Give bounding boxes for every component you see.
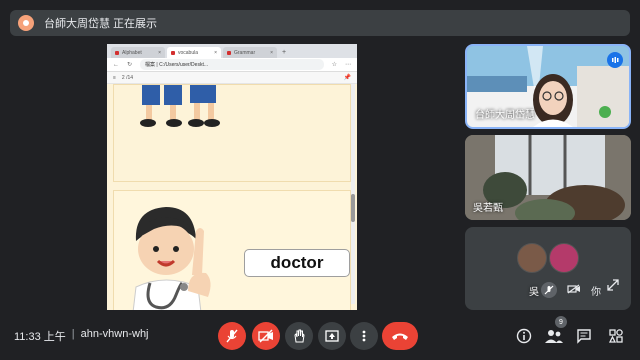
- vocabulary-word-card: doctor: [244, 249, 350, 277]
- expand-icon[interactable]: [607, 278, 619, 296]
- presenter-banner: 台師大周岱慧 正在展示: [10, 10, 630, 36]
- scrollbar-thumb[interactable]: [351, 194, 355, 222]
- info-icon: [516, 328, 532, 344]
- tab-label: vocabula: [178, 49, 199, 56]
- present-screen-button[interactable]: [318, 322, 346, 350]
- hang-up-icon: [392, 333, 408, 340]
- more-vert-icon: [362, 330, 366, 342]
- pdf-page-previous: [113, 84, 351, 182]
- close-icon[interactable]: ×: [214, 50, 217, 56]
- chat-button[interactable]: [574, 326, 594, 346]
- camera-off-icon[interactable]: [567, 284, 581, 297]
- leave-call-button[interactable]: [382, 322, 418, 350]
- mic-toggle-button[interactable]: [218, 322, 246, 350]
- more-options-button[interactable]: [350, 322, 378, 350]
- separator: |: [71, 328, 75, 340]
- star-icon[interactable]: ☆: [332, 61, 337, 68]
- participant-avatar: [517, 243, 547, 273]
- you-label: 你: [591, 286, 601, 298]
- people-icon: [545, 330, 563, 343]
- participant-name: 吳若甄: [473, 203, 503, 214]
- mic-off-icon: [226, 329, 238, 343]
- participant-tile-2[interactable]: 吳若甄: [465, 135, 631, 220]
- browser-tab-alphabet[interactable]: Alphabet ×: [111, 47, 165, 58]
- meeting-code: ahn-vhwn-whj: [80, 328, 149, 340]
- meeting-info: 11:33 上午 | ahn-vhwn-whj: [14, 328, 149, 344]
- clock-time: 11:33 上午: [14, 331, 66, 343]
- pdf-toolbar: ≡ 2 /14 📌: [107, 72, 357, 84]
- raise-hand-button[interactable]: [285, 322, 313, 350]
- close-icon[interactable]: ×: [158, 50, 161, 56]
- browser-tab-vocabulary[interactable]: vocabula ×: [167, 47, 221, 58]
- participant-count-badge: 9: [555, 316, 567, 328]
- page-indicator: 2 /14: [121, 74, 134, 81]
- address-row: ← ↻ 檔案 | C:/Users/user/Deskt... ☆ ⋯: [107, 58, 357, 72]
- back-icon[interactable]: ←: [113, 62, 119, 68]
- camera-toggle-button[interactable]: [252, 322, 280, 350]
- pdf-icon: [171, 50, 175, 55]
- present-icon: [325, 330, 339, 342]
- kids-legs-illustration: [140, 85, 220, 127]
- presenter-text: 台師大周岱慧 正在展示: [44, 18, 158, 30]
- speaking-indicator-icon: [607, 52, 623, 68]
- tile-controls: 你: [541, 282, 601, 298]
- pdf-scrollbar[interactable]: [351, 84, 355, 304]
- browser-tab-strip: Alphabet × vocabula × Grammar × +: [107, 44, 357, 58]
- activities-button[interactable]: [606, 326, 626, 346]
- presenter-avatar-icon: [18, 15, 34, 31]
- menu-icon[interactable]: ⋯: [345, 61, 351, 68]
- camera-off-icon: [258, 329, 273, 343]
- pdf-icon: [227, 50, 231, 55]
- close-icon[interactable]: ×: [270, 50, 273, 56]
- participant-avatar: [549, 243, 579, 273]
- bottom-control-bar: 11:33 上午 | ahn-vhwn-whj 9: [0, 314, 640, 360]
- browser-tab-grammar[interactable]: Grammar ×: [223, 47, 277, 58]
- activities-icon: [608, 329, 623, 343]
- participant-tile-presenter[interactable]: 台師大周岱慧: [465, 44, 631, 129]
- hand-icon: [294, 329, 305, 343]
- mic-off-icon[interactable]: [541, 282, 557, 298]
- chat-icon: [577, 329, 591, 344]
- participant-initial: 吳: [529, 287, 539, 298]
- shared-screen: Alphabet × vocabula × Grammar × + ← ↻ 檔案 | …: [107, 44, 357, 310]
- pdf-icon: [115, 50, 119, 55]
- tab-label: Alphabet: [122, 49, 142, 56]
- tab-label: Grammar: [234, 49, 256, 56]
- list-icon[interactable]: ≡: [113, 75, 116, 81]
- new-tab-icon[interactable]: +: [282, 47, 286, 58]
- people-button[interactable]: [544, 326, 564, 346]
- meeting-details-button[interactable]: [514, 326, 534, 346]
- pin-icon[interactable]: 📌: [344, 74, 351, 81]
- participant-tile-others[interactable]: 吳 你: [465, 227, 631, 310]
- address-bar[interactable]: 檔案 | C:/Users/user/Deskt...: [140, 59, 324, 70]
- refresh-icon[interactable]: ↻: [127, 61, 132, 68]
- pdf-page-current: doctor: [113, 190, 351, 310]
- participant-name: 台師大周岱慧: [475, 110, 535, 121]
